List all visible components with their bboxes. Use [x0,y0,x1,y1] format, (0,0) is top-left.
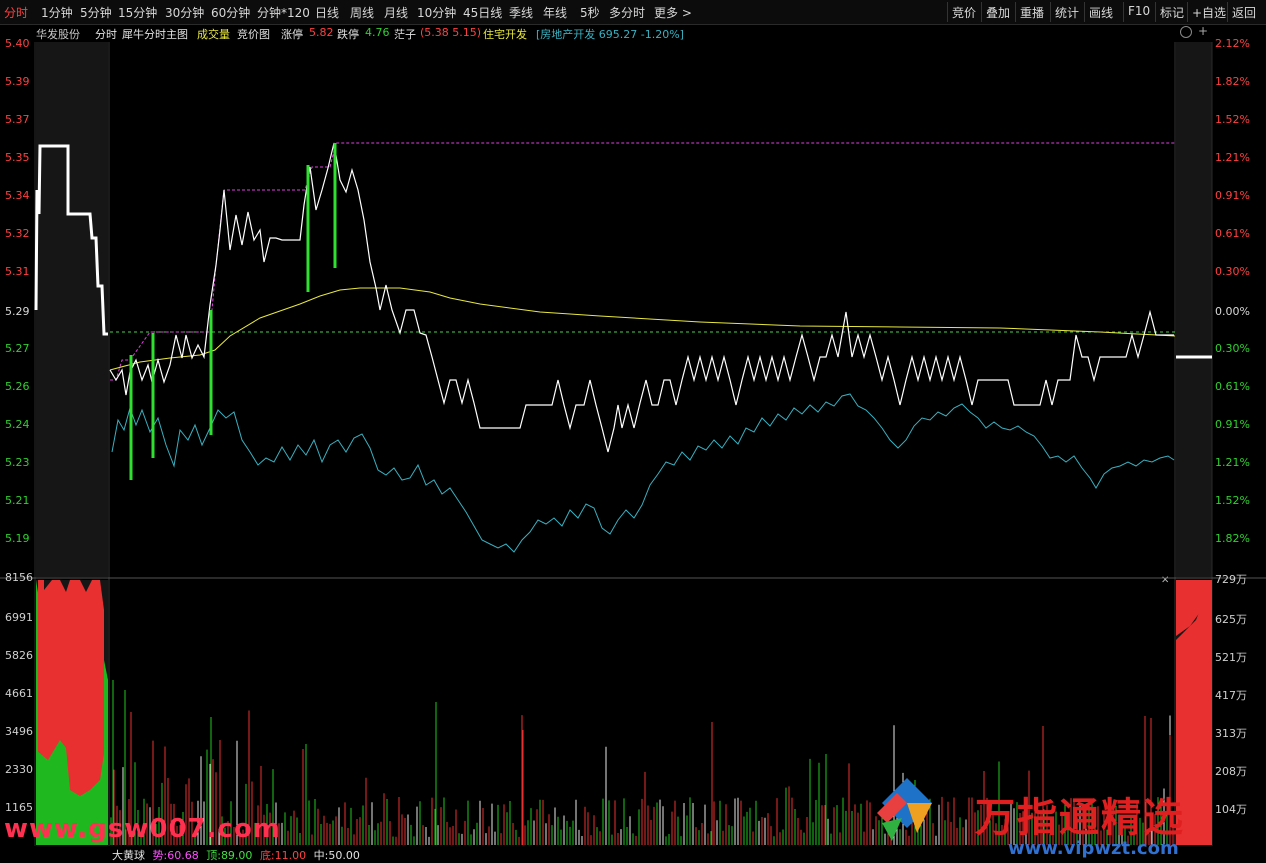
post-auction-zone [1176,42,1212,577]
indicator-name: 大黄球 [112,849,145,862]
percent-tick: 1.82% [1215,75,1250,88]
volume-tick-right: 208万 [1215,765,1247,778]
percent-tick: 0.30% [1215,265,1250,278]
price-tick: 5.31 [5,265,30,278]
volume-tick: 4661 [5,687,33,700]
percent-tick: 1.52% [1215,113,1250,126]
volume-tick: 3496 [5,725,33,738]
price-tick: 5.32 [5,227,30,240]
volume-tick: 8156 [5,571,33,584]
volume-tick-right: 313万 [1215,727,1247,740]
volume-tick: 1165 [5,801,33,814]
percent-tick: 2.12% [1215,37,1250,50]
percent-tick: 1.52% [1215,494,1250,507]
high-water-line [110,142,1175,381]
price-tick: 5.29 [5,305,30,318]
price-tick: 5.24 [5,418,30,431]
price-tick: 5.21 [5,494,30,507]
brand-logo [872,773,942,843]
volume-tick-right: 104万 [1215,803,1247,816]
watermark-brand-url: www.vipwzt.com [1008,838,1179,859]
percent-tick: 0.00% [1215,305,1250,318]
intraday-chart[interactable] [0,0,1266,863]
trend-label: 势: [152,849,168,862]
volume-tick-right: 625万 [1215,613,1247,626]
index-line [111,393,1175,553]
price-tick: 5.37 [5,113,30,126]
volume-tick-right: 729万 [1215,573,1247,586]
volume-tick: 2330 [5,763,33,776]
top-value: 89.00 [220,849,253,862]
mid-label: 中: [313,849,329,862]
price-tick: 5.35 [5,151,30,164]
watermark-url: www.gsw007.com [4,814,281,844]
mid-value: 50.00 [328,849,360,862]
top-label: 顶: [206,849,221,862]
percent-tick: 1.21% [1215,151,1250,164]
price-tick: 5.39 [5,75,30,88]
price-tick: 5.23 [5,456,30,469]
volume-tick-right: 417万 [1215,689,1247,702]
bottom-value: 11.00 [274,849,307,862]
price-tick: 5.19 [5,532,30,545]
percent-tick: 1.21% [1215,456,1250,469]
percent-tick: 0.61% [1215,380,1250,393]
percent-tick: 0.91% [1215,418,1250,431]
volume-tick-right: 521万 [1215,651,1247,664]
volume-tick: 5826 [5,649,33,662]
price-tick: 5.27 [5,342,30,355]
percent-tick: 1.82% [1215,532,1250,545]
volume-tick: 6991 [5,611,33,624]
average-price-line [109,287,1176,371]
pre-auction-zone [36,42,108,577]
percent-tick: 0.91% [1215,189,1250,202]
percent-tick: 0.61% [1215,227,1250,240]
indicator-status-bar: 大黄球 势:60.68 顶:89.00 底:11.00 中:50.00 [112,847,360,863]
percent-tick: 0.30% [1215,342,1250,355]
price-tick: 5.26 [5,380,30,393]
bottom-label: 底: [259,849,275,862]
price-line [109,142,1174,453]
watermark-brand: 万指通精选 [975,795,1185,841]
price-tick: 5.40 [5,37,30,50]
price-tick: 5.34 [5,189,30,202]
trend-value: 60.68 [167,849,199,862]
